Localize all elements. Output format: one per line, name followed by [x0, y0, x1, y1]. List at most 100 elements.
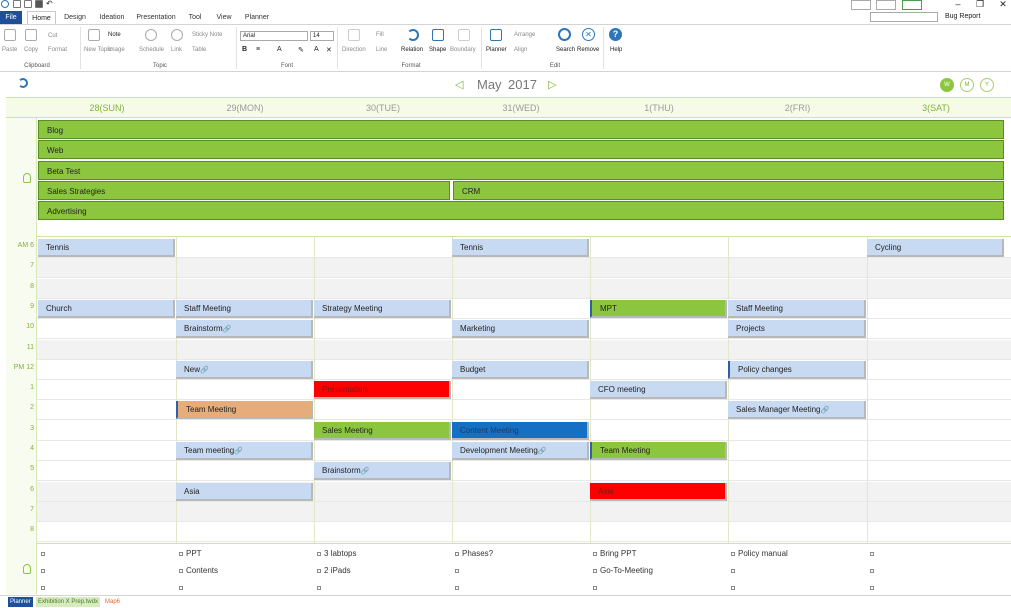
- bold-icon[interactable]: B: [242, 46, 247, 53]
- next-month-button[interactable]: ▷: [548, 78, 556, 91]
- all-day-event[interactable]: Beta Test: [38, 161, 1004, 180]
- paste-icon[interactable]: [4, 29, 16, 41]
- note-item[interactable]: 2 iPads: [317, 566, 351, 575]
- note-checkbox[interactable]: [593, 568, 597, 573]
- event-block[interactable]: Asia: [590, 482, 727, 501]
- close-button[interactable]: ✕: [996, 0, 1010, 10]
- event-block[interactable]: Team Meeting: [176, 401, 313, 420]
- tab-presentation[interactable]: Presentation: [133, 11, 179, 24]
- prev-month-button[interactable]: ◁: [455, 78, 463, 91]
- note-checkbox[interactable]: [870, 568, 874, 573]
- event-block[interactable]: New🔗: [176, 360, 313, 379]
- minimize-button[interactable]: –: [951, 0, 965, 10]
- planner-view-icon[interactable]: [902, 0, 922, 10]
- note-checkbox[interactable]: [41, 585, 45, 590]
- note-item[interactable]: [455, 583, 462, 592]
- bug-report-link[interactable]: Bug Report: [945, 12, 980, 22]
- note-item[interactable]: [870, 566, 877, 575]
- event-block[interactable]: Cycling: [867, 239, 1004, 257]
- note-checkbox[interactable]: [731, 585, 735, 590]
- note-checkbox[interactable]: [179, 585, 183, 590]
- event-block[interactable]: Budget: [452, 360, 589, 379]
- planner-button[interactable]: Planner: [486, 47, 507, 53]
- direction-icon[interactable]: [348, 29, 360, 41]
- tab-ideation[interactable]: Ideation: [95, 11, 129, 24]
- relation-button[interactable]: Relation: [401, 47, 423, 53]
- event-block[interactable]: Team Meeting: [590, 442, 727, 460]
- all-day-event[interactable]: Web: [38, 140, 1004, 159]
- note-item[interactable]: 3 labtops: [317, 549, 356, 558]
- tab-home[interactable]: Home: [27, 11, 56, 24]
- link-button[interactable]: Link: [171, 47, 182, 53]
- event-block[interactable]: Sales Meeting: [314, 421, 451, 440]
- remove-icon[interactable]: ✕: [582, 28, 595, 41]
- note-item[interactable]: Go-To-Meeting: [593, 566, 653, 575]
- save-icon[interactable]: [35, 0, 43, 8]
- sticky-note-button[interactable]: Sticky Note: [192, 32, 222, 38]
- note-checkbox[interactable]: [455, 585, 459, 590]
- home-view-icon[interactable]: [876, 0, 896, 10]
- event-block[interactable]: CFO meeting: [590, 381, 727, 400]
- search-button[interactable]: Search: [556, 47, 575, 53]
- note-checkbox[interactable]: [455, 568, 459, 573]
- font-name-select[interactable]: Arial: [240, 31, 308, 41]
- paste-button[interactable]: Paste: [2, 47, 17, 53]
- help-button[interactable]: Help: [610, 47, 622, 53]
- remove-button[interactable]: Remove: [577, 47, 599, 53]
- note-checkbox[interactable]: [731, 551, 735, 556]
- note-item[interactable]: PPT: [179, 549, 202, 558]
- event-block[interactable]: Church: [38, 299, 175, 318]
- note-checkbox[interactable]: [455, 551, 459, 556]
- event-block[interactable]: Tennis: [452, 239, 589, 257]
- all-day-event[interactable]: CRM: [453, 181, 1004, 200]
- note-item[interactable]: [593, 583, 600, 592]
- format-painter-button[interactable]: Format: [48, 47, 67, 53]
- clear-format-icon[interactable]: ✕: [326, 46, 332, 54]
- status-tab-planner[interactable]: Planner: [8, 597, 33, 607]
- event-block[interactable]: Sales Manager Meeting🔗: [728, 401, 866, 420]
- shape-icon[interactable]: [432, 29, 444, 41]
- note-checkbox[interactable]: [317, 585, 321, 590]
- event-block[interactable]: Policy changes: [728, 360, 866, 379]
- font-color-icon[interactable]: A: [277, 46, 282, 53]
- event-block[interactable]: Strategy Meeting: [314, 299, 451, 318]
- note-checkbox[interactable]: [41, 551, 45, 556]
- align-button[interactable]: Align: [514, 47, 527, 53]
- tool-window-icon[interactable]: [851, 0, 871, 10]
- schedule-button[interactable]: Schedule: [139, 47, 164, 53]
- search-combo[interactable]: [870, 12, 938, 22]
- event-block[interactable]: Brainstorm🔗: [314, 462, 451, 481]
- note-item[interactable]: [731, 566, 738, 575]
- align-icon[interactable]: ≡: [256, 46, 260, 53]
- undo-icon[interactable]: ↶: [46, 0, 54, 8]
- event-block[interactable]: Development Meeting🔗: [452, 442, 589, 460]
- note-checkbox[interactable]: [593, 585, 597, 590]
- schedule-icon[interactable]: [145, 29, 157, 41]
- note-item[interactable]: Policy manual: [731, 549, 788, 558]
- tab-view[interactable]: View: [211, 11, 237, 24]
- note-checkbox[interactable]: [317, 551, 321, 556]
- status-tab-map[interactable]: Map6: [103, 597, 122, 607]
- note-item[interactable]: [870, 549, 877, 558]
- copy-button[interactable]: Copy: [24, 47, 38, 53]
- note-item[interactable]: [41, 583, 48, 592]
- note-checkbox[interactable]: [870, 551, 874, 556]
- note-item[interactable]: Bring PPT: [593, 549, 636, 558]
- week-view-button[interactable]: W: [940, 78, 954, 92]
- note-checkbox[interactable]: [731, 568, 735, 573]
- new-topic-icon[interactable]: [88, 29, 100, 41]
- event-block[interactable]: Content Meeting: [452, 421, 589, 440]
- direction-button[interactable]: Direction: [342, 47, 366, 53]
- tab-file[interactable]: File: [0, 11, 22, 24]
- font-size-select[interactable]: 14: [310, 31, 334, 41]
- tab-design[interactable]: Design: [60, 11, 90, 24]
- month-view-button[interactable]: M: [960, 78, 974, 92]
- event-block[interactable]: Asia: [176, 482, 313, 501]
- cut-button[interactable]: Cut: [48, 33, 57, 39]
- status-tab-file[interactable]: Exhibition X Prep.twdx: [36, 597, 101, 607]
- event-block[interactable]: MPT: [590, 299, 727, 318]
- event-block[interactable]: Projects: [728, 320, 866, 339]
- arrange-button[interactable]: Arrange: [514, 32, 535, 38]
- note-button[interactable]: Note: [108, 32, 121, 38]
- copy-icon[interactable]: [25, 29, 37, 41]
